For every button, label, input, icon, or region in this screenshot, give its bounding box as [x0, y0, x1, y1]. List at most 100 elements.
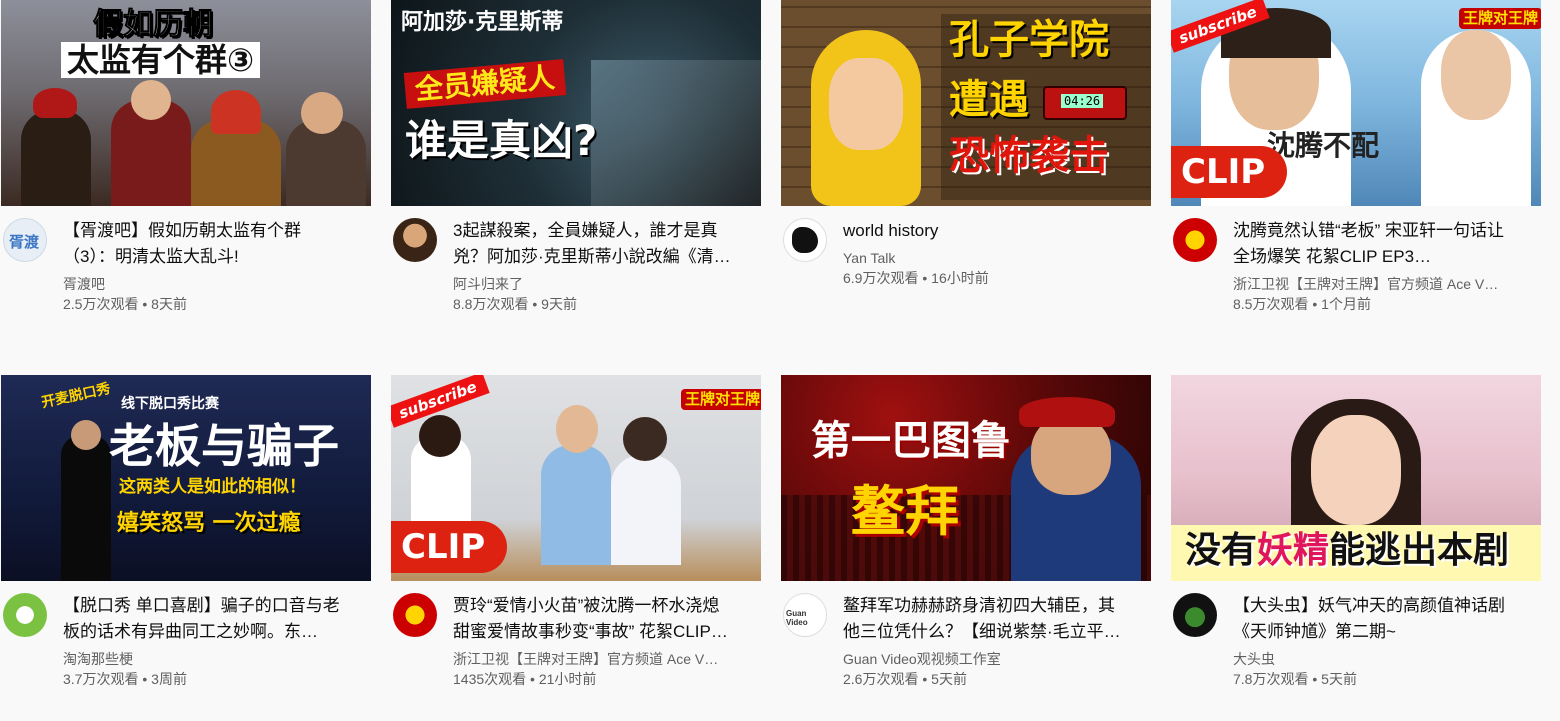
view-count: 8.5万次观看 [1233, 296, 1309, 312]
channel-name[interactable]: 淘淘那些梗 [63, 649, 371, 669]
view-count: 2.5万次观看 [63, 296, 139, 312]
video-thumbnail[interactable]: 第一巴图鲁 鳌拜 [781, 375, 1151, 581]
thumbnail-text: 嬉笑怒骂 一次过瘾 [117, 511, 301, 536]
channel-avatar[interactable] [393, 593, 437, 637]
video-card[interactable]: 第一巴图鲁 鳌拜 Guan Video 鳌拜军功赫赫跻身清初四大辅臣，其他三位凭… [781, 375, 1151, 689]
clip-badge: CLIP [1171, 146, 1288, 198]
upload-age: 5天前 [931, 671, 967, 687]
video-stats: 2.5万次观看 • 8天前 [63, 294, 371, 314]
timer-text: 04:26 [1061, 94, 1104, 108]
channel-avatar[interactable]: 胥渡 [3, 218, 47, 262]
video-card[interactable]: 没有妖精能逃出本剧 【大头虫】妖气冲天的高颜值神话剧《天师钟馗》第二期~ 大头虫… [1171, 375, 1541, 689]
video-thumbnail[interactable]: 阿加莎·克里斯蒂 全员嫌疑人 谁是真凶? [391, 0, 761, 206]
video-title[interactable]: 沈腾竟然认错“老板” 宋亚轩一句话让全场爆笑 花絮CLIP EP3… [1233, 218, 1541, 270]
channel-avatar[interactable] [1173, 593, 1217, 637]
video-card[interactable]: 阿加莎·克里斯蒂 全员嫌疑人 谁是真凶? 3起謀殺案，全員嫌疑人，誰才是真兇？阿… [391, 0, 761, 314]
stats-separator: • [138, 296, 152, 312]
video-card[interactable]: 孔子学院 遭遇 04:26 恐怖袭击 world history Yan Tal… [781, 0, 1151, 288]
thumbnail-caption: 沈腾不配 [1267, 129, 1380, 162]
channel-avatar[interactable]: Guan Video [783, 593, 827, 637]
video-stats: 8.8万次观看 • 9天前 [453, 294, 761, 314]
bomb-timer-icon: 04:26 [1043, 86, 1127, 120]
upload-age: 9天前 [541, 296, 577, 312]
video-thumbnail[interactable]: 孔子学院 遭遇 04:26 恐怖袭击 [781, 0, 1151, 206]
channel-name[interactable]: Guan Video观视频工作室 [843, 649, 1151, 669]
video-card[interactable]: 假如历朝 太监有个群③ 胥渡 【胥渡吧】假如历朝太监有个群（3）：明清太监大乱斗… [1, 0, 371, 314]
thumbnail-text: 能逃出本剧 [1329, 530, 1510, 571]
thumbnail-text: 全员嫌疑人 [403, 59, 567, 109]
stats-separator: • [918, 671, 932, 687]
channel-name[interactable]: 浙江卫视【王牌对王牌】官方频道 Ace V… [1233, 274, 1541, 294]
channel-avatar[interactable] [393, 218, 437, 262]
thumbnail-text: 老板与骗子 [109, 419, 339, 473]
video-card[interactable]: 开麦脱口秀 线下脱口秀比赛 老板与骗子 这两类人是如此的相似！ 嬉笑怒骂 一次过… [1, 375, 371, 689]
thumbnail-text: 谁是真凶? [405, 116, 598, 165]
video-thumbnail[interactable]: subscribe 王牌对王牌 CLIP [391, 375, 761, 581]
video-title[interactable]: world history [843, 218, 1151, 244]
upload-age: 5天前 [1321, 671, 1357, 687]
upload-age: 21小时前 [538, 671, 597, 687]
thumbnail-text: 遭遇 [949, 77, 1029, 123]
view-count: 6.9万次观看 [843, 270, 919, 286]
ink-logo-icon [792, 227, 818, 253]
stats-separator: • [526, 671, 539, 687]
view-count: 8.8万次观看 [453, 296, 529, 312]
thumbnail-text: 孔子学院 [949, 17, 1109, 63]
stats-separator: • [1308, 671, 1322, 687]
video-stats: 6.9万次观看 • 16小时前 [843, 268, 1151, 288]
avatar-text: Guan Video [786, 609, 808, 627]
video-stats: 7.8万次观看 • 5天前 [1233, 669, 1541, 689]
video-thumbnail[interactable]: 开麦脱口秀 线下脱口秀比赛 老板与骗子 这两类人是如此的相似！ 嬉笑怒骂 一次过… [1, 375, 371, 581]
video-thumbnail[interactable]: 假如历朝 太监有个群③ [1, 0, 371, 206]
video-title[interactable]: 【脱口秀 单口喜剧】骗子的口音与老板的话术有异曲同工之妙啊。东… [63, 593, 371, 645]
thumbnail-text: 恐怖袭击 [949, 133, 1109, 179]
video-thumbnail[interactable]: subscribe 王牌对王牌 沈腾不配 CLIP [1171, 0, 1541, 206]
channel-name[interactable]: 阿斗归来了 [453, 274, 761, 294]
stats-separator: • [1308, 296, 1322, 312]
view-count: 3.7万次观看 [63, 671, 139, 687]
show-logo: 开麦脱口秀 [40, 380, 112, 412]
video-title[interactable]: 鳌拜军功赫赫跻身清初四大辅臣，其他三位凭什么？【细说紫禁·毛立平… [843, 593, 1151, 645]
upload-age: 1个月前 [1321, 296, 1371, 312]
video-card[interactable]: subscribe 王牌对王牌 沈腾不配 CLIP 沈腾竟然认错“老板” 宋亚轩… [1171, 0, 1541, 314]
thumbnail-text: 鳌拜 [851, 480, 959, 543]
thumbnail-text: 没有 [1185, 530, 1258, 571]
stats-separator: • [138, 671, 152, 687]
thumbnail-text: 第一巴图鲁 [811, 418, 1011, 464]
video-thumbnail[interactable]: 没有妖精能逃出本剧 [1171, 375, 1541, 581]
channel-name[interactable]: 浙江卫视【王牌对王牌】官方频道 Ace V… [453, 649, 761, 669]
show-logo: 王牌对王牌 [1459, 8, 1541, 29]
thumbnail-text-highlight: 妖精 [1257, 530, 1330, 571]
thumbnail-text: 阿加莎·克里斯蒂 [401, 10, 564, 35]
stats-separator: • [918, 270, 932, 286]
video-stats: 8.5万次观看 • 1个月前 [1233, 294, 1541, 314]
thumbnail-title: 没有妖精能逃出本剧 [1185, 533, 1509, 569]
video-title[interactable]: 【大头虫】妖气冲天的高颜值神话剧《天师钟馗》第二期~ [1233, 593, 1541, 645]
video-stats: 3.7万次观看 • 3周前 [63, 669, 371, 689]
upload-age: 8天前 [151, 296, 187, 312]
video-stats: 1435次观看 • 21小时前 [453, 669, 761, 689]
upload-age: 16小时前 [931, 270, 989, 286]
thumbnail-text: 线下脱口秀比赛 [121, 396, 219, 412]
view-count: 1435次观看 [453, 671, 527, 687]
channel-name[interactable]: Yan Talk [843, 248, 1151, 268]
thumbnail-text: 太监有个群③ [61, 42, 261, 78]
video-title[interactable]: 贾玲“爱情小火苗”被沈腾一杯水浇熄 甜蜜爱情故事秒变“事故” 花絮CLIP… [453, 593, 761, 645]
avatar-text: 胥渡 [9, 234, 40, 251]
stats-separator: • [528, 296, 542, 312]
video-card[interactable]: subscribe 王牌对王牌 CLIP 贾玲“爱情小火苗”被沈腾一杯水浇熄 甜… [391, 375, 761, 689]
upload-age: 3周前 [151, 671, 187, 687]
thumbnail-text: 假如历朝 [93, 7, 214, 42]
channel-avatar[interactable] [3, 593, 47, 637]
channel-name[interactable]: 大头虫 [1233, 649, 1541, 669]
view-count: 7.8万次观看 [1233, 671, 1309, 687]
channel-avatar[interactable] [1173, 218, 1217, 262]
view-count: 2.6万次观看 [843, 671, 919, 687]
video-title[interactable]: 【胥渡吧】假如历朝太监有个群（3）：明清太监大乱斗! [63, 218, 371, 270]
channel-name[interactable]: 胥渡吧 [63, 274, 371, 294]
video-title[interactable]: 3起謀殺案，全員嫌疑人，誰才是真兇？阿加莎·克里斯蒂小說改編《清… [453, 218, 761, 270]
video-stats: 2.6万次观看 • 5天前 [843, 669, 1151, 689]
thumbnail-text: 这两类人是如此的相似！ [119, 477, 306, 497]
channel-avatar[interactable] [783, 218, 827, 262]
clip-badge: CLIP [391, 521, 508, 573]
